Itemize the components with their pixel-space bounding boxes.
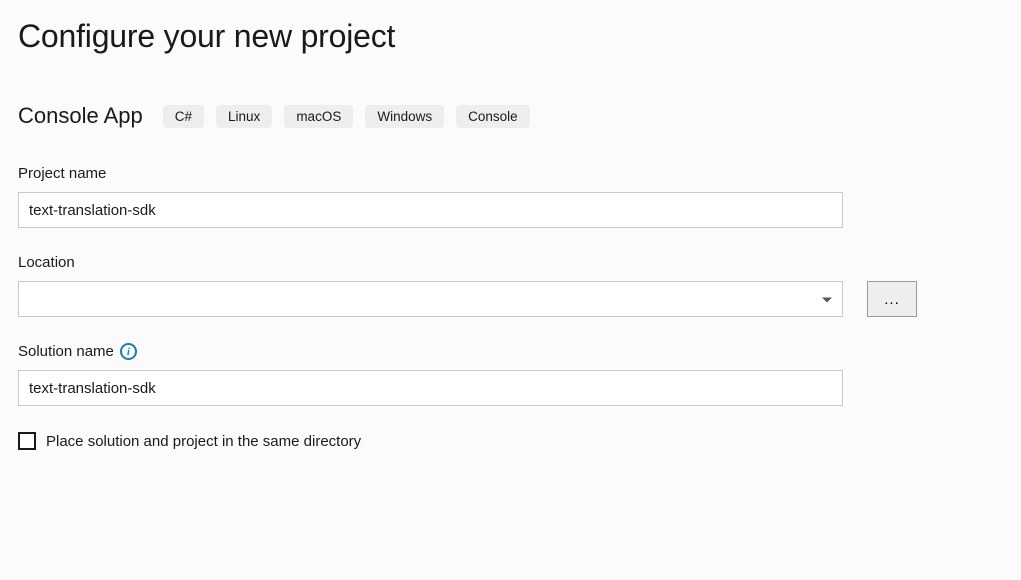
template-tag: Linux: [216, 105, 272, 128]
template-tag: C#: [163, 105, 204, 128]
location-combobox[interactable]: [18, 281, 843, 317]
page-title: Configure your new project: [18, 18, 1003, 55]
project-name-label: Project name: [18, 165, 106, 182]
solution-name-input[interactable]: [18, 370, 843, 406]
same-directory-label: Place solution and project in the same d…: [46, 433, 361, 450]
info-icon[interactable]: i: [120, 343, 137, 360]
template-tag: Windows: [365, 105, 444, 128]
template-tag: macOS: [284, 105, 353, 128]
project-name-input[interactable]: [18, 192, 843, 228]
chevron-down-icon: [822, 291, 832, 308]
browse-button[interactable]: ...: [867, 281, 917, 317]
same-directory-checkbox[interactable]: [18, 432, 36, 450]
solution-name-label: Solution name: [18, 343, 114, 360]
template-tag: Console: [456, 105, 530, 128]
location-label: Location: [18, 254, 75, 271]
template-name: Console App: [18, 103, 143, 129]
template-header: Console App C# Linux macOS Windows Conso…: [18, 103, 1003, 129]
